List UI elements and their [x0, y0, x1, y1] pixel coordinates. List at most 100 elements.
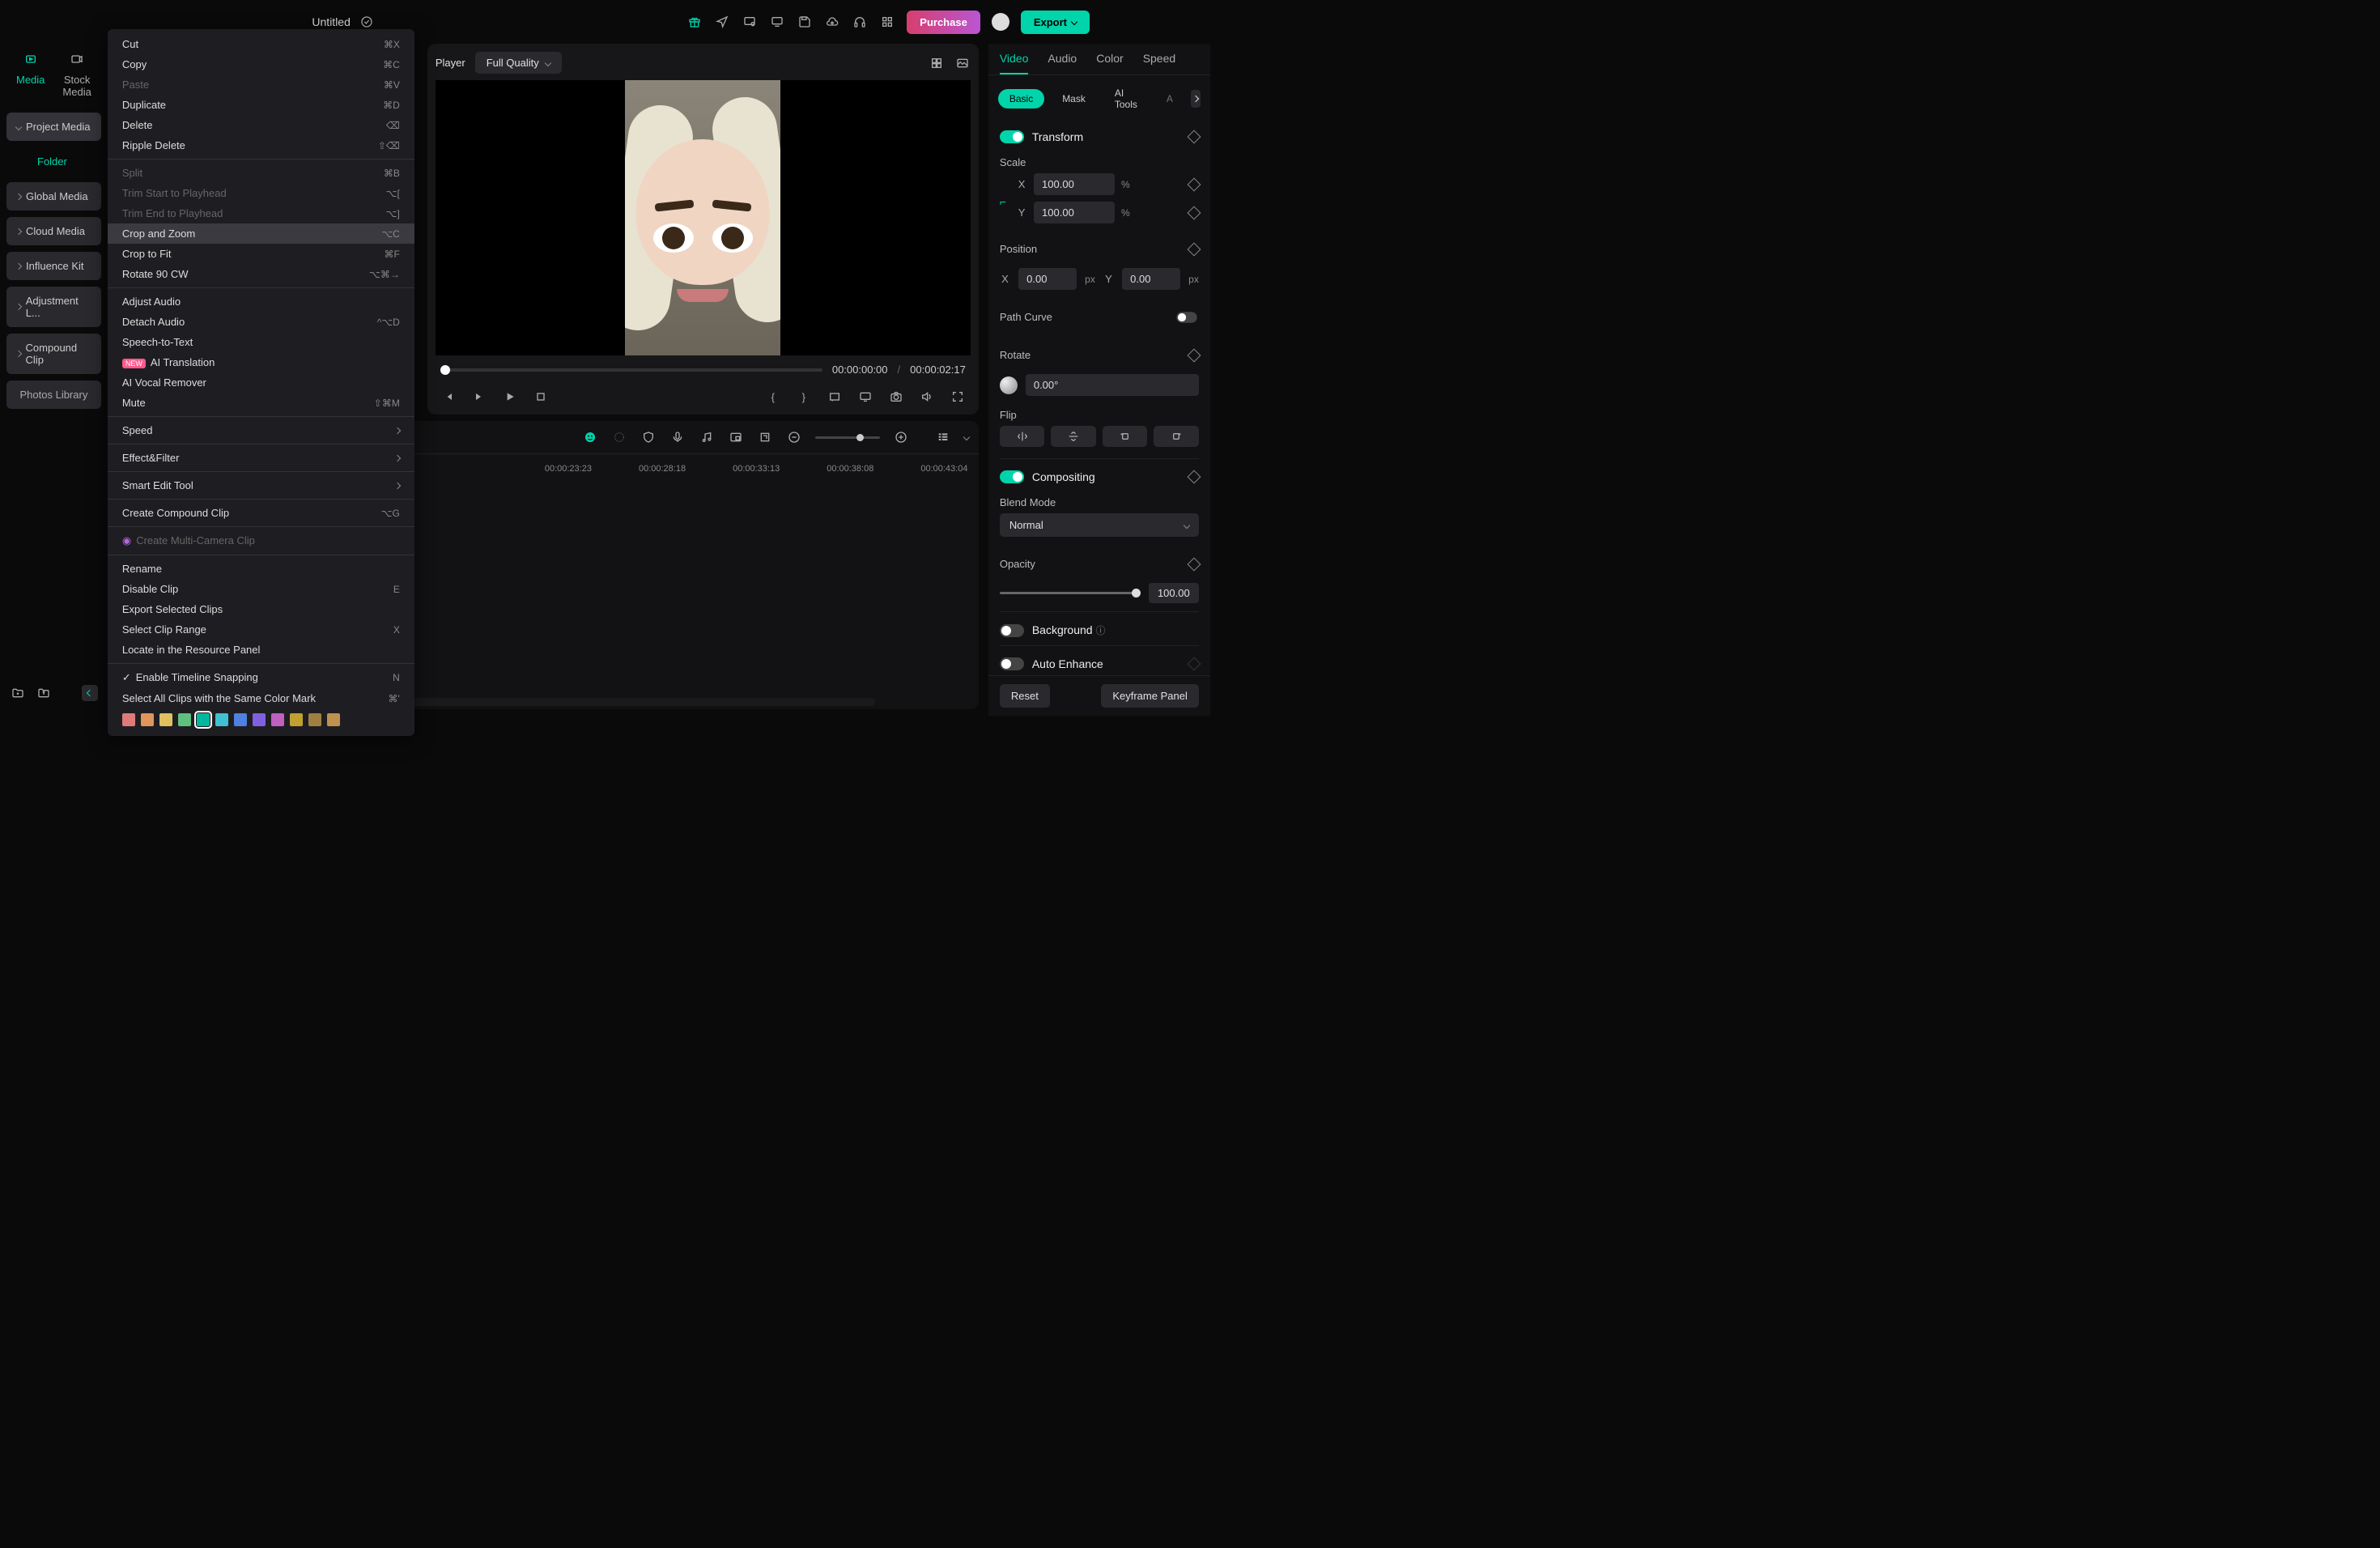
menu-snapping[interactable]: ✓Enable Timeline SnappingN [108, 667, 414, 688]
pos-x-input[interactable] [1018, 268, 1077, 290]
tab-audio[interactable]: Audio [1048, 52, 1077, 74]
bracket-in-icon[interactable]: { [765, 389, 781, 405]
global-media-section[interactable]: Global Media [6, 182, 101, 211]
swatch-8[interactable] [271, 713, 284, 726]
background-toggle[interactable] [1000, 624, 1024, 637]
menu-export-clips[interactable]: Export Selected Clips [108, 599, 414, 619]
menu-speed[interactable]: Speed [108, 420, 414, 440]
stop-icon[interactable] [533, 389, 549, 405]
display-icon[interactable] [857, 389, 873, 405]
reset-button[interactable]: Reset [1000, 684, 1050, 708]
fullscreen-icon[interactable] [950, 389, 966, 405]
rotate-ccw-button[interactable] [1103, 426, 1148, 447]
transform-toggle[interactable] [1000, 130, 1024, 143]
swatch-0[interactable] [122, 713, 135, 726]
auto-enhance-toggle[interactable] [1000, 657, 1024, 670]
timeline-list-icon[interactable] [935, 429, 951, 445]
menu-ai-translation[interactable]: NEWAI Translation [108, 352, 414, 372]
quality-dropdown[interactable]: Full Quality [475, 52, 562, 74]
keyframe-panel-button[interactable]: Keyframe Panel [1101, 684, 1199, 708]
ai-face-icon[interactable] [582, 429, 598, 445]
pos-y-input[interactable] [1122, 268, 1180, 290]
menu-rename[interactable]: Rename [108, 559, 414, 579]
subtab-more[interactable]: A [1155, 89, 1184, 108]
bracket-out-icon[interactable]: } [796, 389, 812, 405]
photos-library-section[interactable]: Photos Library [6, 381, 101, 409]
tab-stock-media[interactable]: Stock Media [62, 52, 91, 98]
snapshot-icon[interactable] [888, 389, 904, 405]
scale-y-input[interactable] [1034, 202, 1115, 223]
scale-x-input[interactable] [1034, 173, 1115, 195]
monitor-icon[interactable] [769, 14, 785, 30]
gear-circle-icon[interactable] [611, 429, 627, 445]
keyframe-diamond[interactable] [1187, 177, 1201, 191]
volume-icon[interactable] [919, 389, 935, 405]
menu-mute[interactable]: Mute⇧⌘M [108, 393, 414, 413]
cloud-upload-icon[interactable] [824, 14, 840, 30]
crop-icon[interactable] [757, 429, 773, 445]
prev-frame-icon[interactable] [440, 389, 457, 405]
tab-video[interactable]: Video [1000, 52, 1029, 74]
compound-clip-section[interactable]: Compound Clip [6, 334, 101, 374]
image-icon[interactable] [954, 55, 971, 71]
play-icon[interactable] [502, 389, 518, 405]
cloud-media-section[interactable]: Cloud Media [6, 217, 101, 245]
compositing-toggle[interactable] [1000, 470, 1024, 483]
swatch-11[interactable] [327, 713, 340, 726]
pip-icon[interactable] [728, 429, 744, 445]
swatch-10[interactable] [308, 713, 321, 726]
keyframe-diamond[interactable] [1187, 130, 1201, 144]
menu-copy[interactable]: Copy⌘C [108, 54, 414, 74]
swatch-7[interactable] [253, 713, 266, 726]
swatch-4[interactable] [197, 713, 210, 726]
menu-delete[interactable]: Delete⌫ [108, 115, 414, 135]
project-media-header[interactable]: Project Media [6, 113, 101, 141]
video-preview[interactable] [436, 80, 971, 355]
keyframe-diamond[interactable] [1187, 206, 1201, 219]
shield-icon[interactable] [640, 429, 657, 445]
purchase-button[interactable]: Purchase [907, 11, 980, 34]
menu-detach-audio[interactable]: Detach Audio^⌥D [108, 312, 414, 332]
adjustment-layer-section[interactable]: Adjustment L... [6, 287, 101, 327]
keyframe-diamond[interactable] [1187, 242, 1201, 256]
rotate-cw-button[interactable] [1154, 426, 1199, 447]
folder-out-icon[interactable] [36, 685, 52, 701]
menu-crop-zoom[interactable]: Crop and Zoom⌥C [108, 223, 414, 244]
keyframe-diamond[interactable] [1187, 557, 1201, 571]
rotate-dial[interactable] [1000, 376, 1018, 394]
safe-zone-icon[interactable] [827, 389, 843, 405]
subtab-scroll-right[interactable] [1191, 90, 1201, 108]
info-icon[interactable]: ⓘ [1095, 625, 1105, 636]
swatch-5[interactable] [215, 713, 228, 726]
zoom-slider[interactable] [815, 436, 880, 439]
menu-crop-fit[interactable]: Crop to Fit⌘F [108, 244, 414, 264]
opacity-slider[interactable] [1000, 592, 1141, 594]
save-icon[interactable] [797, 14, 813, 30]
tab-media[interactable]: Media [16, 52, 45, 98]
music-icon[interactable] [699, 429, 715, 445]
subtab-mask[interactable]: Mask [1051, 89, 1097, 108]
new-folder-icon[interactable] [10, 685, 26, 701]
flip-v-button[interactable] [1051, 426, 1096, 447]
menu-compound-clip[interactable]: Create Compound Clip⌥G [108, 503, 414, 523]
flip-h-button[interactable] [1000, 426, 1045, 447]
scrub-bar[interactable] [440, 368, 822, 372]
menu-adjust-audio[interactable]: Adjust Audio [108, 291, 414, 312]
screen-icon[interactable] [742, 14, 758, 30]
play-start-icon[interactable] [471, 389, 487, 405]
menu-cut[interactable]: Cut⌘X [108, 34, 414, 54]
chevron-down-icon[interactable] [963, 434, 970, 440]
send-icon[interactable] [714, 14, 730, 30]
rotate-input[interactable] [1026, 374, 1199, 396]
swatch-9[interactable] [290, 713, 303, 726]
menu-speech-text[interactable]: Speech-to-Text [108, 332, 414, 352]
influence-kit-section[interactable]: Influence Kit [6, 252, 101, 280]
menu-ai-vocal[interactable]: AI Vocal Remover [108, 372, 414, 393]
menu-smart-edit[interactable]: Smart Edit Tool [108, 475, 414, 495]
zoom-in-icon[interactable] [893, 429, 909, 445]
zoom-out-icon[interactable] [786, 429, 802, 445]
export-button[interactable]: Export [1021, 11, 1090, 34]
gift-icon[interactable] [686, 14, 703, 30]
menu-rotate90[interactable]: Rotate 90 CW⌥⌘→ [108, 264, 414, 284]
mic-icon[interactable] [669, 429, 686, 445]
